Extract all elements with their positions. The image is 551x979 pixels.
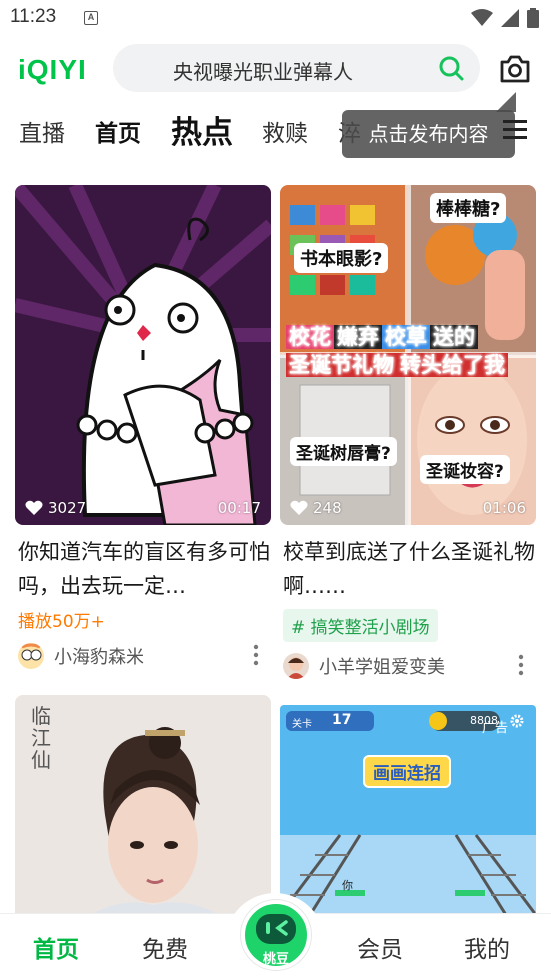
search-suggestion[interactable]: 央视曝光职业弹幕人 (173, 56, 353, 85)
publish-tooltip[interactable]: 点击发布内容 (342, 110, 515, 158)
thumb-caption: 圣诞树唇膏? (290, 437, 397, 466)
tooltip-arrow (496, 92, 516, 112)
status-icons (471, 8, 539, 28)
like-count: 3027 (25, 499, 86, 517)
nav-home[interactable]: 首页 (33, 930, 79, 964)
video-card[interactable]: 3027 00:17 你知道汽车的盲区有多可怕吗，出去玩一定… 播放50万+ 小… (15, 185, 271, 670)
notification-icon: A (84, 11, 98, 25)
menu-icon[interactable] (502, 116, 528, 142)
video-title[interactable]: 校草到底送了什么圣诞礼物啊…… (280, 535, 536, 603)
game-ad-image (280, 705, 536, 915)
nav-center-button[interactable]: 桃豆 (241, 900, 311, 970)
game-title: 画画连招 (363, 755, 451, 788)
tab-redemption[interactable]: 救赎 (262, 114, 308, 148)
video-card[interactable]: 临江仙 (15, 695, 271, 925)
thumb-headline-part: 转头给了我 (397, 353, 508, 377)
video-card[interactable]: 棒棒糖? 书本眼影? 校花 嫌弃 校草 送的 圣诞节礼物 转头给了我 圣诞树唇膏? 圣诞… (280, 185, 536, 680)
author-row: 小羊学姐爱变美 (280, 652, 536, 680)
tab-home[interactable]: 首页 (95, 114, 141, 148)
play-count: 播放50万+ (18, 612, 105, 632)
video-duration: 00:17 (217, 499, 261, 517)
thumb-headline-part: 嫌弃 (334, 325, 382, 349)
heart-icon (290, 500, 308, 515)
nav-mine[interactable]: 我的 (464, 930, 510, 964)
tab-hot[interactable]: 热点 (171, 107, 233, 152)
thumb-headline-part: 圣诞节礼物 (286, 353, 397, 377)
player-label: 你 (342, 879, 353, 892)
cartoon-seal-image (15, 185, 271, 525)
author-name[interactable]: 小海豹森米 (54, 643, 144, 669)
like-count: 248 (290, 499, 342, 517)
ad-label: 广告 (482, 721, 509, 736)
avatar[interactable] (283, 653, 309, 679)
camera-icon[interactable] (498, 52, 532, 86)
thumb-headline-part: 校花 (286, 325, 334, 349)
thumb-caption: 棒棒糖? (430, 193, 507, 223)
ad-card[interactable]: 关卡 17 8808 广告 画画连招 你 (280, 705, 536, 915)
like-count-value: 248 (313, 499, 342, 517)
search-bar[interactable]: 央视曝光职业弹幕人 (113, 44, 480, 92)
more-options-icon[interactable] (518, 654, 524, 676)
level-label: 关卡 (292, 719, 312, 730)
nav-center-label: 桃豆 (262, 952, 289, 967)
level-number: 17 (332, 712, 352, 728)
ad-thumbnail[interactable]: 关卡 17 8808 广告 画画连招 你 (280, 705, 536, 915)
video-title[interactable]: 你知道汽车的盲区有多可怕吗，出去玩一定… (15, 535, 271, 603)
thumb-headline-part: 校草 (382, 325, 430, 349)
search-icon[interactable] (438, 55, 464, 81)
nav-free[interactable]: 免费 (142, 930, 188, 964)
thumb-headline: 校花 嫌弃 校草 送的 圣诞节礼物 转头给了我 (286, 323, 508, 379)
thumb-headline-part: 送的 (430, 325, 478, 349)
author-name[interactable]: 小羊学姐爱变美 (319, 653, 445, 679)
author-row: 小海豹森米 (15, 642, 271, 670)
status-time: 11:23 (10, 6, 57, 27)
more-options-icon[interactable] (253, 644, 259, 666)
drama-title-calligraphy: 临江仙 (31, 704, 51, 772)
battery-icon (527, 8, 539, 28)
video-thumbnail[interactable]: 临江仙 (15, 695, 271, 925)
mascot-face-icon (256, 914, 296, 944)
thumb-caption: 书本眼影? (294, 243, 389, 273)
iqiyi-logo[interactable]: iQIYI (18, 54, 87, 86)
video-duration: 01:06 (482, 499, 526, 517)
avatar[interactable] (18, 643, 44, 669)
heart-icon (25, 500, 43, 515)
video-thumbnail[interactable]: 棒棒糖? 书本眼影? 校花 嫌弃 校草 送的 圣诞节礼物 转头给了我 圣诞树唇膏? 圣诞… (280, 185, 536, 525)
settings-gear-icon[interactable] (509, 713, 525, 729)
like-count-value: 3027 (48, 499, 87, 517)
topic-tag[interactable]: # 搞笑整活小剧场 (283, 609, 438, 642)
signal-icon (501, 9, 519, 27)
tab-live[interactable]: 直播 (19, 114, 65, 148)
nav-vip[interactable]: 会员 (357, 930, 403, 964)
wifi-icon (471, 9, 493, 26)
status-bar: 11:23 A (0, 0, 551, 38)
video-thumbnail[interactable]: 3027 00:17 (15, 185, 271, 525)
thumb-caption: 圣诞妆容? (420, 455, 510, 484)
